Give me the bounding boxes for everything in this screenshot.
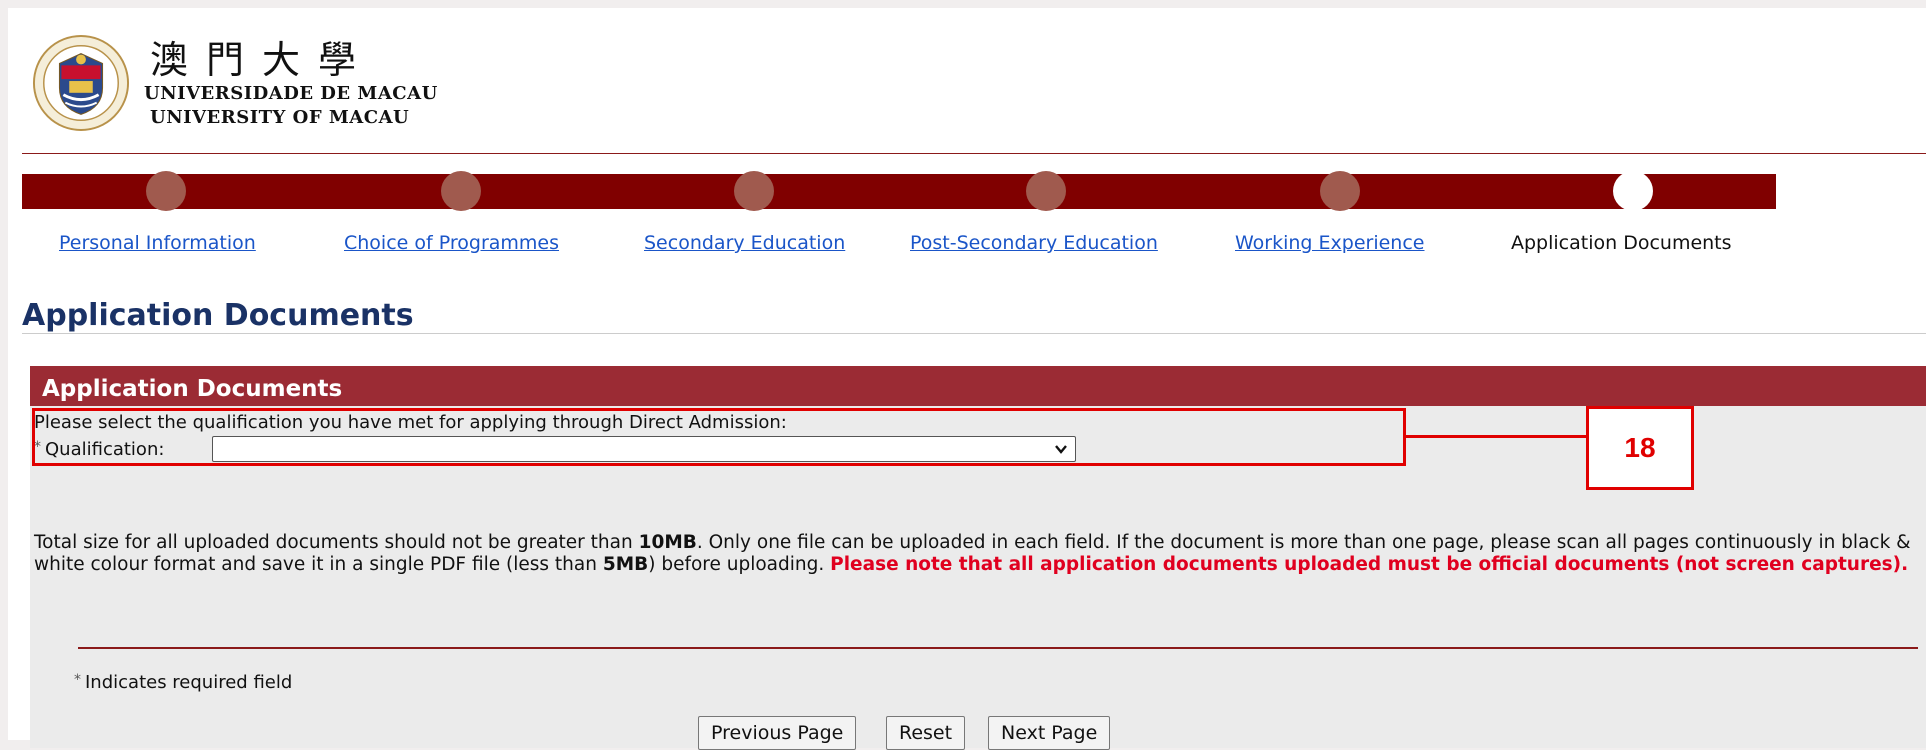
page-title: Application Documents (22, 298, 414, 333)
header-divider (22, 153, 1926, 154)
required-note-text: Indicates required field (85, 672, 293, 693)
step-label-application-documents: Application Documents (1511, 232, 1732, 254)
page: 澳門大學 UNIVERSIDADE DE MACAU UNIVERSITY OF… (8, 8, 1926, 750)
progress-bar (22, 174, 1776, 209)
university-logo-text: 澳門大學 UNIVERSIDADE DE MACAU UNIVERSITY OF… (144, 38, 438, 130)
notice-file-size: 5MB (602, 554, 649, 575)
title-divider (22, 333, 1926, 334)
required-asterisk: * (74, 672, 81, 688)
section-header: Application Documents (30, 366, 1926, 406)
university-seal-logo (32, 34, 130, 132)
notice-total-size: 10MB (638, 532, 697, 553)
notice-warning: Please note that all application documen… (830, 554, 1909, 575)
annotation-highlight-box (32, 408, 1406, 466)
step-dot-choice-of-programmes (441, 171, 481, 211)
reset-button[interactable]: Reset (886, 716, 966, 750)
step-link-working-experience[interactable]: Working Experience (1235, 232, 1425, 254)
previous-page-button[interactable]: Previous Page (698, 716, 857, 750)
step-link-post-secondary-education[interactable]: Post-Secondary Education (910, 232, 1158, 254)
logo-chinese-name: 澳門大學 (150, 38, 375, 82)
annotation-number-badge: 18 (1586, 406, 1694, 490)
step-link-secondary-education[interactable]: Secondary Education (644, 232, 845, 254)
step-dot-working-experience (1320, 171, 1360, 211)
notice-text-part1: Total size for all uploaded documents sh… (34, 532, 639, 553)
logo-portuguese-name: UNIVERSIDADE DE MACAU (144, 83, 438, 104)
footer-divider (78, 647, 1918, 649)
step-dot-personal-information (146, 171, 186, 211)
upload-notice: Total size for all uploaded documents sh… (34, 532, 1914, 576)
step-link-choice-of-programmes[interactable]: Choice of Programmes (344, 232, 559, 254)
step-link-personal-information[interactable]: Personal Information (59, 232, 256, 254)
application-documents-section: Application Documents Please select the … (30, 366, 1926, 750)
next-page-button[interactable]: Next Page (988, 716, 1111, 750)
step-dot-application-documents (1613, 171, 1653, 211)
logo-english-name: UNIVERSITY OF MACAU (150, 107, 410, 128)
step-dot-secondary-education (734, 171, 774, 211)
notice-text-part3: ) before uploading. (648, 554, 831, 575)
required-field-note: * Indicates required field (74, 672, 292, 693)
step-dot-post-secondary-education (1026, 171, 1066, 211)
annotation-connector-line (1406, 435, 1586, 438)
